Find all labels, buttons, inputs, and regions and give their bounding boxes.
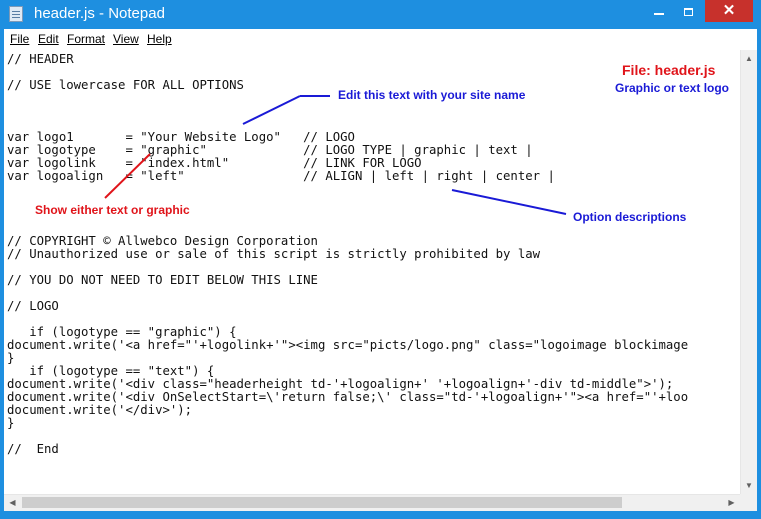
menu-format-label: Format (67, 32, 106, 46)
close-icon: ✕ (722, 2, 736, 19)
menu-help[interactable]: Help (147, 32, 172, 46)
edit-label: Edit this text with your site name (338, 88, 526, 102)
menu-view-label: View (113, 32, 139, 46)
scroll-up-icon[interactable]: ▲ (741, 50, 757, 67)
menu-file-label: File (10, 32, 30, 46)
option-label: Option descriptions (573, 210, 687, 224)
maximize-button[interactable] (674, 0, 702, 22)
window-title: header.js - Notepad (34, 5, 165, 22)
close-button[interactable]: ✕ (705, 0, 753, 22)
scroll-right-icon[interactable]: ▶ (723, 495, 740, 511)
show-label: Show either text or graphic (35, 203, 190, 217)
title-bar[interactable]: header.js - Notepad ✕ (0, 0, 761, 29)
notepad-icon[interactable] (9, 6, 23, 22)
graphic-label: Graphic or text logo (615, 81, 730, 95)
horizontal-scrollbar[interactable]: ◀ ▶ (4, 494, 740, 511)
code-line: } (7, 416, 15, 430)
menu-help-label: Help (147, 32, 172, 46)
code-line: // End (7, 442, 59, 456)
menu-edit-label: Edit (38, 32, 59, 46)
file-label: File: header.js (622, 62, 716, 78)
minimize-icon (654, 12, 664, 15)
code-line: // LOGO (7, 299, 59, 313)
code-line: // YOU DO NOT NEED TO EDIT BELOW THIS LI… (7, 273, 318, 287)
maximize-icon (683, 7, 693, 16)
text-editor[interactable]: // HEADER // USE lowercase FOR ALL OPTIO… (4, 50, 740, 494)
code-line: // USE lowercase FOR ALL OPTIONS (7, 78, 244, 92)
menu-bar: File Edit Format View Help (4, 29, 757, 51)
minimize-button[interactable] (645, 0, 673, 22)
code-line: document.write('</div>'); (7, 403, 193, 417)
code-line: // Unauthorized use or sale of this scri… (7, 247, 541, 261)
menu-file[interactable]: File (10, 32, 29, 46)
code-line: var logoalign = "left" // ALIGN | left |… (7, 169, 555, 183)
horizontal-scroll-thumb[interactable] (22, 497, 622, 508)
menu-view[interactable]: View (113, 32, 139, 46)
scrollbar-corner (740, 494, 757, 511)
code-line: document.write('<a href="'+logolink+'"><… (7, 338, 689, 352)
menu-edit[interactable]: Edit (38, 32, 59, 46)
code-line: // HEADER (7, 52, 74, 66)
vertical-scrollbar[interactable]: ▲ ▼ (740, 50, 757, 494)
scroll-down-icon[interactable]: ▼ (741, 477, 757, 494)
scroll-left-icon[interactable]: ◀ (4, 495, 21, 511)
menu-format[interactable]: Format (67, 32, 105, 46)
